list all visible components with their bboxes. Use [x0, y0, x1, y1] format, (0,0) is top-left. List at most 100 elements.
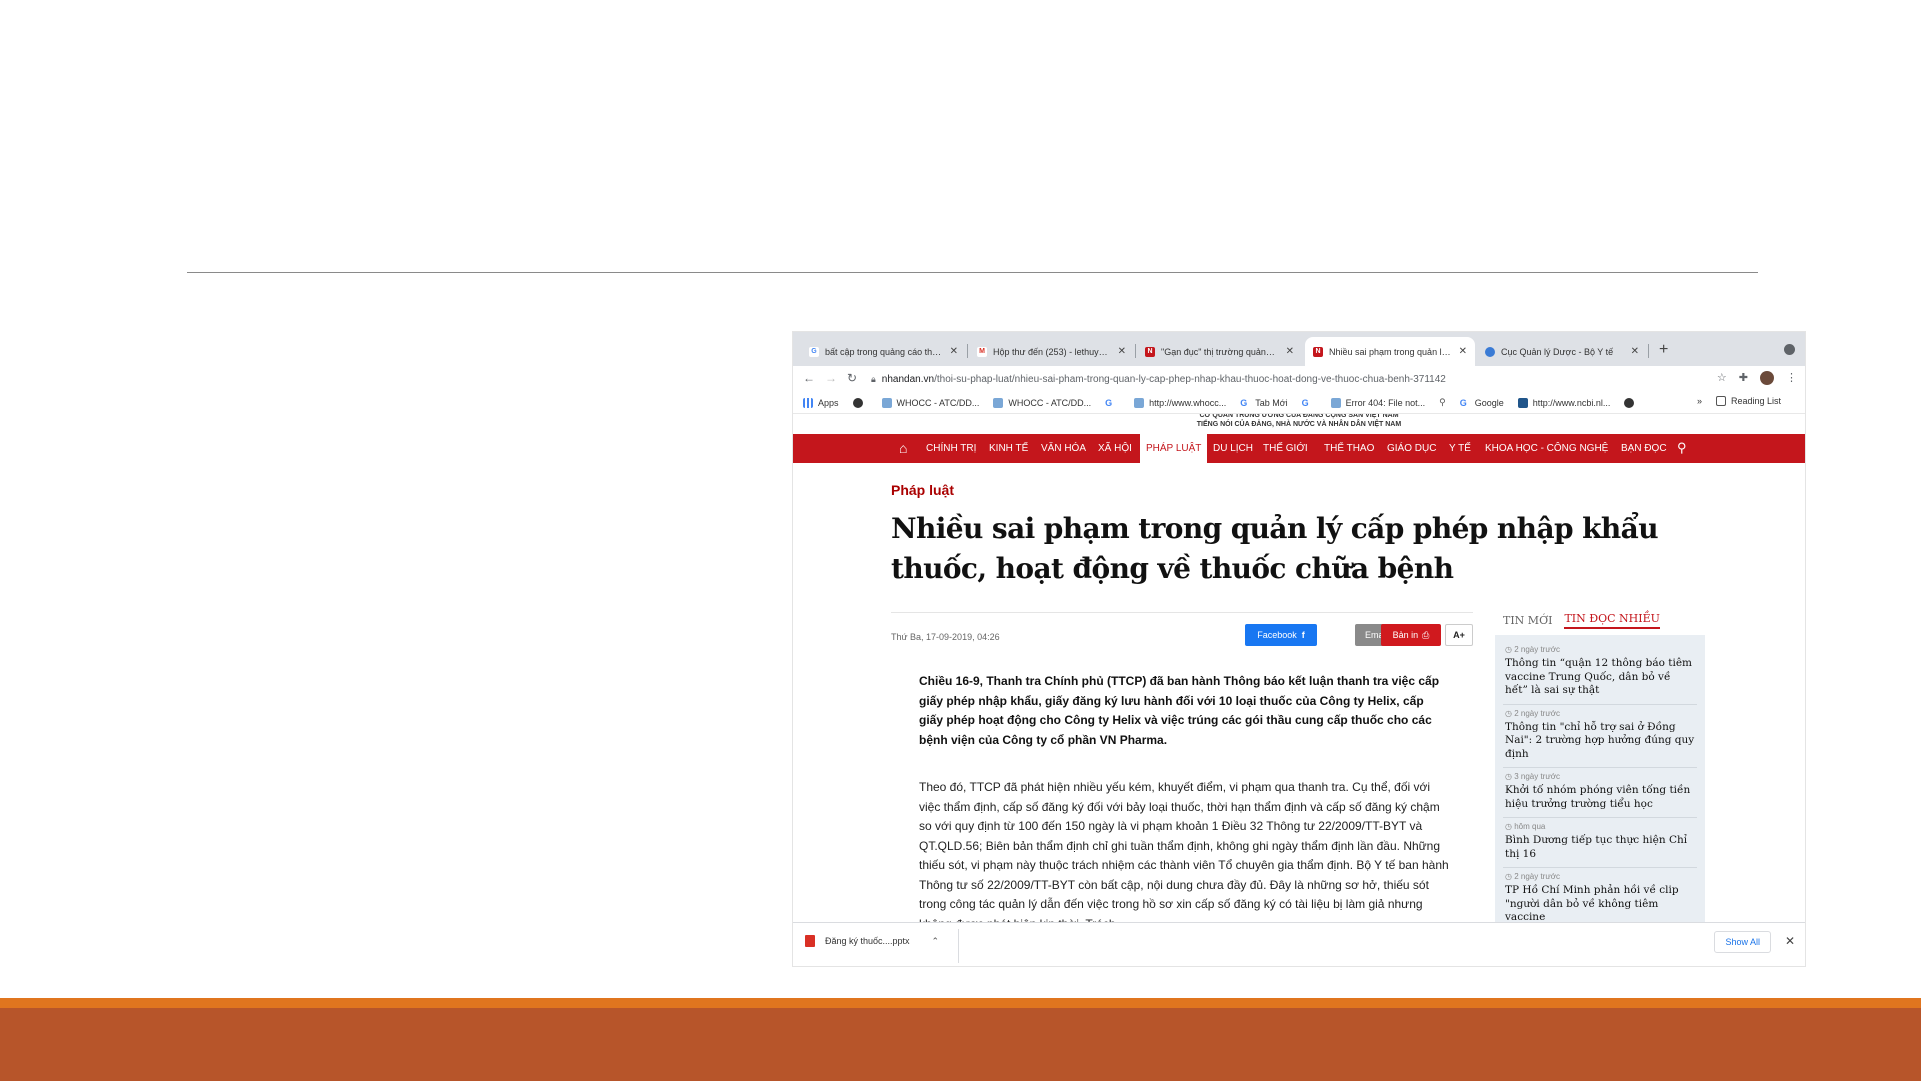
tab-nhieu-sai-pham[interactable]: N Nhiều sai phạm trong quản lý c ✕	[1305, 337, 1475, 366]
article-lede: Chiều 16-9, Thanh tra Chính phủ (TTCP) đ…	[919, 674, 1440, 747]
bookmark-whocc-1[interactable]: WHOCC - ATC/DD...	[881, 397, 979, 408]
bookmark-google[interactable]: G Google	[1460, 398, 1504, 408]
page-icon	[1330, 397, 1341, 408]
list-item[interactable]: ◷ 2 ngày trước Thông tin "chỉ hỗ trợ sai…	[1503, 705, 1697, 768]
clock-icon: ◷	[1505, 872, 1512, 881]
reload-icon[interactable]: ↻	[847, 371, 857, 385]
list-item[interactable]: ◷ 3 ngày trước Khởi tố nhóm phóng viên t…	[1503, 768, 1697, 818]
show-all-button[interactable]: Show All	[1714, 931, 1771, 953]
nav-khoa-hoc-cong-nghe[interactable]: KHOA HỌC - CÔNG NGHỆ	[1485, 434, 1608, 463]
bookmark-ncbi[interactable]: http://www.ncbi.nl...	[1517, 397, 1610, 408]
title-divider-line	[187, 272, 1758, 273]
bookmark-whocc-3[interactable]: http://www.whocc...	[1134, 397, 1226, 408]
gmail-icon: M	[977, 346, 987, 357]
forward-icon[interactable]: →	[825, 371, 837, 385]
close-icon[interactable]: ✕	[1118, 346, 1126, 357]
download-shelf: Đăng ký thuốc....pptx ⌃ Show All ✕	[793, 922, 1805, 966]
google-icon: G	[1240, 397, 1248, 408]
article-body: Theo đó, TTCP đã phát hiện nhiều yếu kém…	[919, 780, 1449, 922]
nav-van-hoa[interactable]: VĂN HÓA	[1041, 434, 1086, 463]
bookmark-error-404[interactable]: Error 404: File not...	[1330, 397, 1425, 408]
close-icon[interactable]: ✕	[1459, 346, 1467, 357]
bookmark-globe-2[interactable]	[1624, 397, 1639, 408]
globe-icon	[1624, 397, 1635, 408]
nav-xa-hoi[interactable]: XÃ HỘI	[1098, 434, 1132, 463]
page-icon	[1134, 397, 1145, 408]
bookmark-google-g[interactable]: G	[1105, 398, 1120, 408]
divider	[891, 612, 1473, 613]
nav-the-gioi[interactable]: THẾ GIỚI	[1263, 434, 1308, 463]
bookmark-search[interactable]: ⚲	[1439, 397, 1446, 408]
pptx-file-icon	[805, 935, 815, 947]
tab-gan-duc[interactable]: N "Gạn đục" thị trường quảng cáo ✕	[1137, 337, 1302, 366]
menu-kebab-icon[interactable]: ⋮	[1786, 371, 1797, 385]
back-icon[interactable]: ←	[803, 371, 815, 385]
nav-kinh-te[interactable]: KINH TẾ	[989, 434, 1028, 463]
news-sidebar: TIN MỚI TIN ĐỌC NHIỀU ◷ 2 ngày trước Thô…	[1495, 609, 1705, 922]
article-date: Thứ Ba, 17-09-2019, 04:26	[891, 632, 1000, 642]
reading-list-button[interactable]: Reading List	[1715, 396, 1781, 406]
bookmark-globe[interactable]	[852, 397, 868, 408]
extensions-icon[interactable]: ✚	[1739, 371, 1748, 385]
close-icon[interactable]: ✕	[1631, 346, 1639, 357]
nav-ban-doc[interactable]: BẠN ĐỌC	[1621, 434, 1667, 463]
new-tab-button[interactable]: +	[1659, 341, 1668, 359]
font-size-button[interactable]: A+	[1445, 624, 1473, 646]
tab-google-search[interactable]: G bất cập trong quảng cáo thuốc ✕	[801, 337, 966, 366]
footer-band	[0, 1008, 1921, 1081]
nav-phap-luat[interactable]: PHÁP LUẬT	[1140, 434, 1208, 463]
share-facebook-button[interactable]: Facebook f	[1245, 624, 1317, 646]
print-button[interactable]: Bản in ⎙	[1381, 624, 1441, 646]
google-icon: G	[1301, 397, 1309, 408]
download-item[interactable]: Đăng ký thuốc....pptx ⌃	[805, 935, 939, 947]
bookmarks-bar: Apps WHOCC - ATC/DD... WHOCC - ATC/DD...…	[793, 392, 1805, 414]
list-item[interactable]: ◷ hôm qua Bình Dương tiếp tục thực hiện …	[1503, 818, 1697, 868]
page-icon	[993, 397, 1004, 408]
chevron-up-icon[interactable]: ⌃	[932, 936, 940, 947]
browser-toolbar: ← → ↻ 🔒︎ nhandan.vn/thoi-su-phap-luat/nh…	[793, 366, 1805, 392]
nav-the-thao[interactable]: THỂ THAO	[1324, 434, 1374, 463]
presentation-slide: G bất cập trong quảng cáo thuốc ✕ M Hộp …	[0, 0, 1921, 1081]
home-icon[interactable]: ⌂	[899, 440, 907, 456]
nhandan-icon: N	[1313, 346, 1323, 357]
tab-cuc-quan-ly-duoc[interactable]: Cục Quản lý Dược - Bộ Y tế ✕	[1477, 337, 1647, 366]
page-icon	[881, 397, 892, 408]
site-nav-bar: ⌂ CHÍNH TRỊ KINH TẾ VĂN HÓA XÃ HỘI PHÁP …	[793, 434, 1805, 463]
tab-strip: G bất cập trong quảng cáo thuốc ✕ M Hộp …	[793, 332, 1805, 366]
nav-du-lich[interactable]: DU LỊCH	[1213, 434, 1253, 463]
article-title: Nhiều sai phạm trong quản lý cấp phép nh…	[891, 512, 1659, 585]
nav-chinh-tri[interactable]: CHÍNH TRỊ	[926, 434, 976, 463]
avatar[interactable]	[1760, 371, 1774, 385]
tab-tin-doc-nhieu[interactable]: TIN ĐỌC NHIỀU	[1564, 612, 1660, 629]
dav-icon	[1485, 346, 1495, 357]
search-icon[interactable]: ⚲	[1677, 440, 1687, 456]
ncbi-icon	[1517, 397, 1528, 408]
list-item[interactable]: ◷ 2 ngày trước Thông tin “quận 12 thông …	[1503, 641, 1697, 705]
site-masthead: CƠ QUAN TRUNG ƯƠNG CỦA ĐẢNG CỘNG SẢN VIỆ…	[1196, 414, 1402, 428]
address-bar[interactable]: 🔒︎ nhandan.vn/thoi-su-phap-luat/nhieu-sa…	[871, 369, 1761, 389]
bookmark-whocc-2[interactable]: WHOCC - ATC/DD...	[993, 397, 1091, 408]
close-icon[interactable]: ✕	[950, 346, 958, 357]
list-item[interactable]: ◷ 2 ngày trước TP Hồ Chí Minh phản hồi v…	[1503, 868, 1697, 922]
reading-list-icon	[1715, 396, 1726, 406]
tab-tin-moi[interactable]: TIN MỚI	[1503, 614, 1552, 627]
bookmarks-overflow-button[interactable]: »	[1697, 396, 1702, 406]
bookmark-apps[interactable]: Apps	[803, 397, 839, 408]
globe-icon	[852, 397, 863, 408]
article-category[interactable]: Pháp luật	[891, 482, 954, 498]
tab-search-icon[interactable]	[1784, 344, 1795, 355]
bookmark-g2[interactable]: G	[1302, 398, 1317, 408]
close-icon[interactable]: ✕	[1785, 934, 1795, 948]
clock-icon: ◷	[1505, 822, 1512, 831]
nav-y-te[interactable]: Y TẾ	[1449, 434, 1471, 463]
search-icon: ⚲	[1439, 397, 1446, 407]
footer-accent-band	[0, 998, 1921, 1008]
bookmark-tab-moi[interactable]: G Tab Mới	[1240, 398, 1287, 408]
facebook-icon: f	[1301, 630, 1305, 640]
close-icon[interactable]: ✕	[1286, 346, 1294, 357]
web-page-content: CƠ QUAN TRUNG ƯƠNG CỦA ĐẢNG CỘNG SẢN VIỆ…	[793, 414, 1805, 922]
nav-giao-duc[interactable]: GIÁO DỤC	[1387, 434, 1436, 463]
tab-gmail[interactable]: M Hộp thư đến (253) - lethuy274 ✕	[969, 337, 1134, 366]
browser-screenshot: G bất cập trong quảng cáo thuốc ✕ M Hộp …	[792, 331, 1806, 967]
bookmark-star-icon[interactable]: ☆	[1717, 371, 1727, 385]
